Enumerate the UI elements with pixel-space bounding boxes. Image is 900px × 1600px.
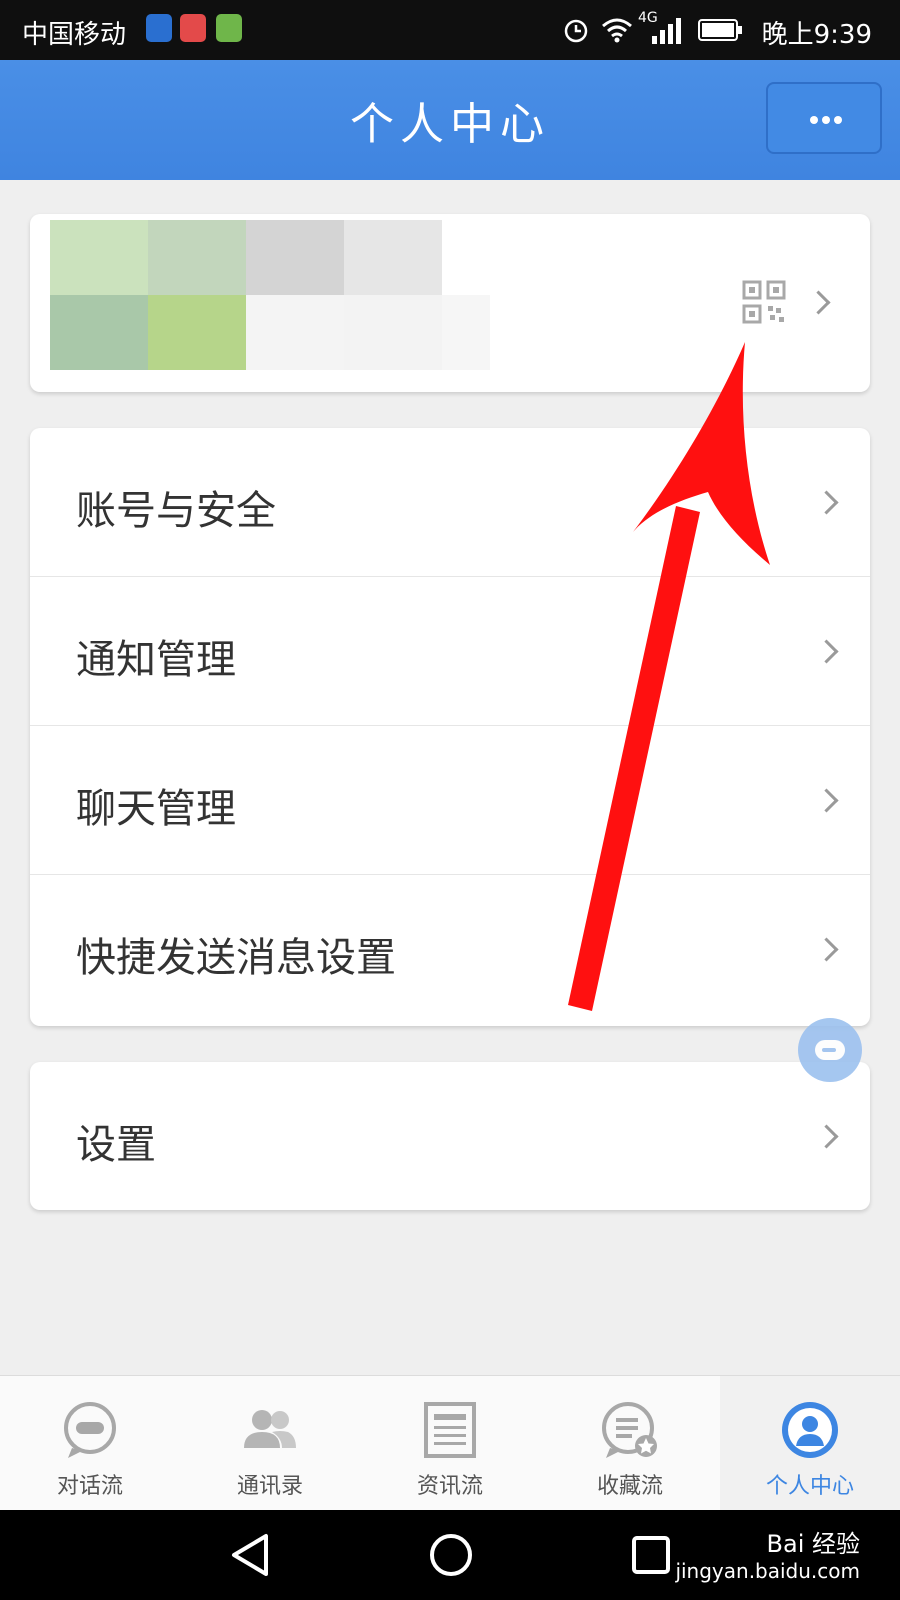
tab-label: 对话流 <box>56 1474 123 1499</box>
chat-icon <box>64 1402 116 1458</box>
watermark-url: jingyan.baidu.com <box>675 1559 860 1583</box>
home-icon[interactable] <box>428 1532 474 1578</box>
profile-icon <box>782 1402 838 1458</box>
arrow-shaft <box>568 506 700 1011</box>
system-nav-bar: Bai 经验 jingyan.baidu.com <box>0 1510 900 1600</box>
tab-contacts[interactable]: 通讯录 <box>180 1376 360 1511</box>
tab-label: 资讯流 <box>416 1474 483 1499</box>
tab-label: 收藏流 <box>596 1474 663 1499</box>
recent-apps-icon[interactable] <box>630 1534 672 1576</box>
red-arrow-annotation <box>568 342 770 1011</box>
favorites-icon <box>602 1402 657 1458</box>
tab-news-flow[interactable]: 资讯流 <box>360 1376 540 1511</box>
tab-label: 个人中心 <box>765 1474 854 1499</box>
bottom-tab-bar: 对话流 通讯录 资讯流 收藏流 个人中心 <box>0 1375 900 1511</box>
back-icon[interactable] <box>228 1532 272 1578</box>
news-icon <box>424 1402 476 1458</box>
arrow-head <box>633 342 770 565</box>
contacts-icon <box>244 1410 296 1448</box>
tab-label: 通讯录 <box>236 1474 303 1499</box>
watermark-brand: Bai 经验 <box>766 1530 860 1558</box>
tab-chat-flow[interactable]: 对话流 <box>0 1376 180 1511</box>
baidu-jingyan-watermark: Bai 经验 jingyan.baidu.com <box>675 1524 860 1583</box>
tab-favorites-flow[interactable]: 收藏流 <box>540 1376 720 1511</box>
tab-profile-center[interactable]: 个人中心 <box>720 1376 900 1511</box>
